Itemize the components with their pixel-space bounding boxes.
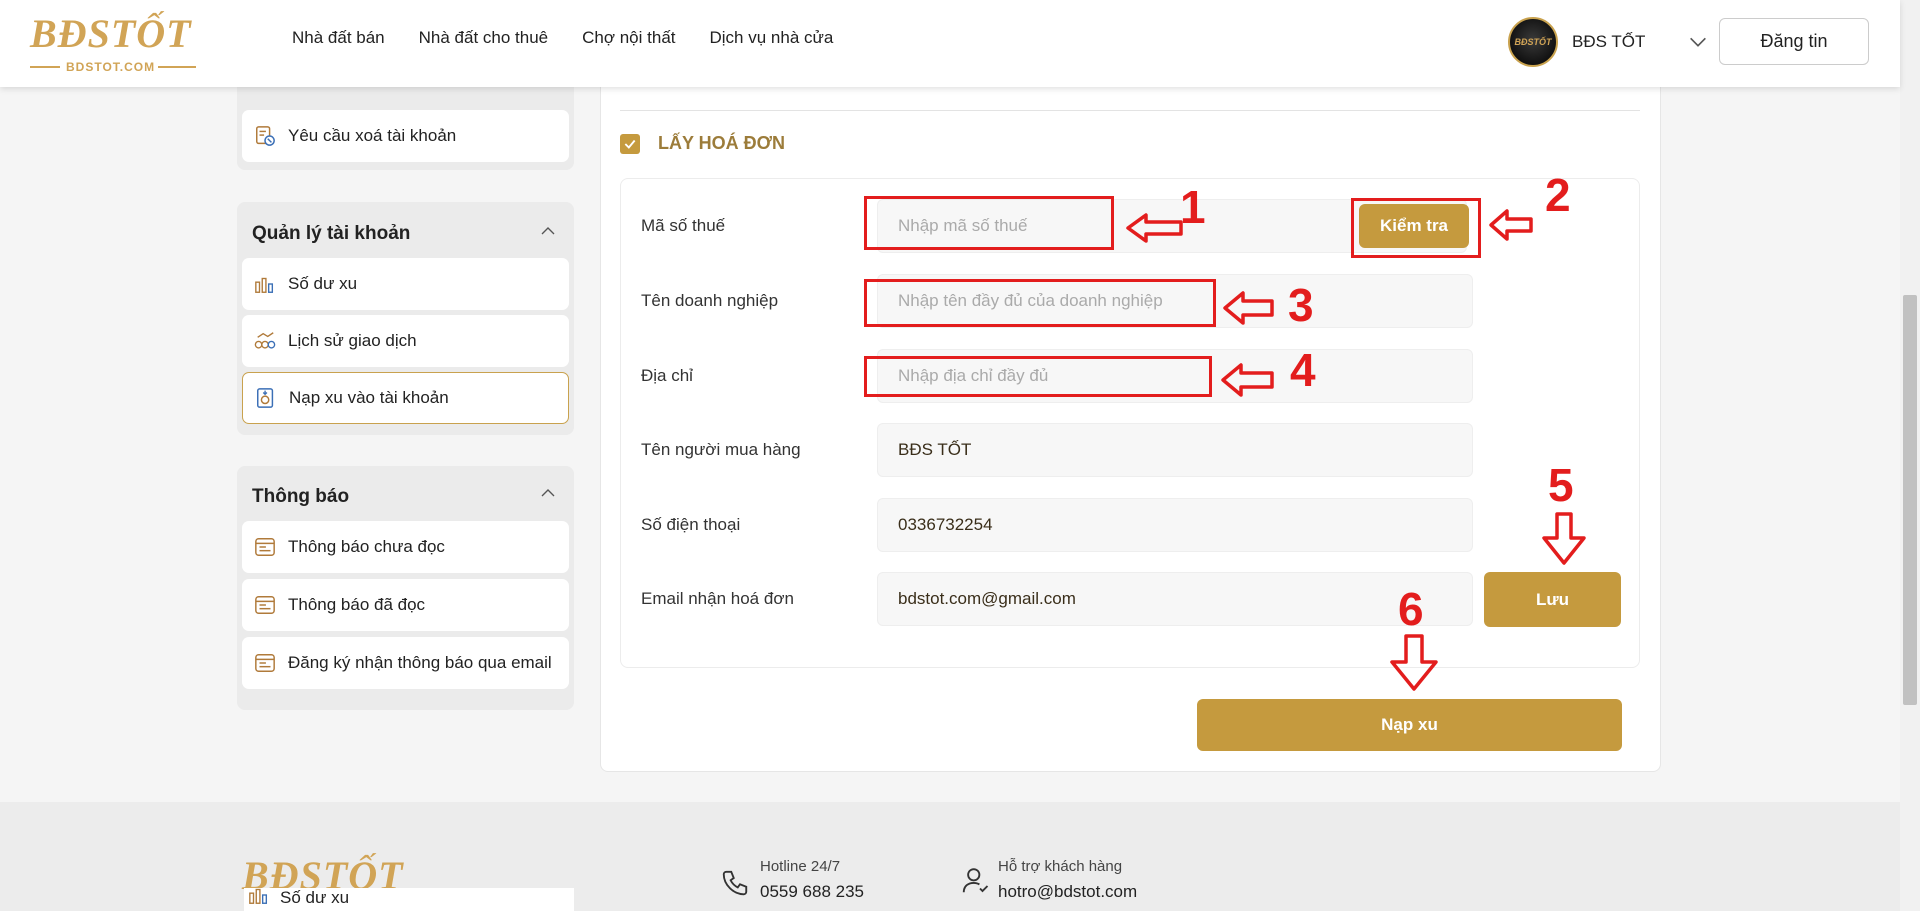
sidebar-card-account-management: Quản lý tài khoản Số dư xu Lịch sử giao … xyxy=(237,202,574,435)
hotline-label: Hotline 24/7 xyxy=(760,858,841,875)
sidebar-item-label: Thông báo chưa đọc xyxy=(288,537,445,556)
logo-text: BĐSTỐT xyxy=(30,11,192,56)
annotation-arrow-left-icon xyxy=(1221,363,1274,397)
main-nav: Nhà đất bán Nhà đất cho thuê Chợ nội thấ… xyxy=(292,28,833,48)
invoice-email-input[interactable] xyxy=(877,572,1473,626)
tax-code-label: Mã số thuế xyxy=(641,216,726,235)
sidebar-item-label: Yêu cầu xoá tài khoản xyxy=(288,126,457,145)
sidebar-item-email-notifications[interactable]: Đăng ký nhận thông báo qua email xyxy=(242,637,569,689)
phone-input[interactable] xyxy=(877,498,1473,552)
chevron-up-icon[interactable] xyxy=(539,222,557,240)
annotation-arrow-left-icon xyxy=(1223,291,1274,325)
avatar: BĐSTỐT xyxy=(1508,17,1558,67)
sidebar-section-title: Thông báo xyxy=(252,486,350,507)
support-user-icon xyxy=(962,868,989,893)
annotation-number-3: 3 xyxy=(1288,279,1314,331)
annotation-arrow-left-icon xyxy=(1126,213,1183,243)
notification-icon xyxy=(255,596,275,614)
user-menu[interactable]: BĐSTỐT BĐS TỐT xyxy=(1508,16,1709,68)
chevron-down-icon[interactable] xyxy=(1687,31,1709,53)
nav-item-rent[interactable]: Nhà đất cho thuê xyxy=(419,28,548,48)
annotation-box-3 xyxy=(864,279,1216,327)
invoice-section-title: LẤY HOÁ ĐƠN xyxy=(658,133,786,153)
company-name-label: Tên doanh nghiệp xyxy=(641,291,779,310)
notification-icon xyxy=(255,654,275,672)
buyer-name-input[interactable] xyxy=(877,423,1473,477)
chevron-up-icon[interactable] xyxy=(539,484,557,502)
sidebar-item-label: Đăng ký nhận thông báo qua email xyxy=(288,653,552,672)
scrollbar-thumb[interactable] xyxy=(1903,295,1917,705)
annotation-arrow-down-icon xyxy=(1542,512,1586,565)
sidebar-card-notifications: Thông báo Thông báo chưa đọc Thông báo đ… xyxy=(237,466,574,710)
sidebar-item-read-notifications[interactable]: Thông báo đã đọc xyxy=(242,579,569,631)
sidebar-item-label: Thông báo đã đọc xyxy=(288,595,426,614)
page-scrollbar[interactable] xyxy=(1900,0,1920,911)
annotation-number-5: 5 xyxy=(1548,459,1574,511)
sidebar-item-label: Lịch sử giao dịch xyxy=(288,331,417,350)
sidebar-item-transaction-history[interactable]: Lịch sử giao dịch xyxy=(242,315,569,367)
annotation-box-4 xyxy=(864,356,1212,397)
annotation-number-6: 6 xyxy=(1398,583,1424,635)
sidebar-item-unread-notifications[interactable]: Thông báo chưa đọc xyxy=(242,521,569,573)
annotation-number-2: 2 xyxy=(1545,169,1571,221)
annotation-number-4: 4 xyxy=(1290,344,1316,396)
sidebar-item-coin-balance[interactable]: Số dư xu xyxy=(242,258,569,310)
post-listing-button[interactable]: Đăng tin xyxy=(1719,18,1869,65)
transaction-history-icon xyxy=(254,332,276,349)
coin-balance-icon xyxy=(249,888,268,904)
sidebar-item-label: Số dư xu xyxy=(288,274,358,293)
sticky-sidebar-item-coin-balance[interactable]: Số dư xu xyxy=(244,888,574,911)
avatar-text: BĐSTỐT xyxy=(1514,37,1552,47)
logo-line-right xyxy=(158,66,196,68)
check-icon xyxy=(624,139,636,149)
top-header: BĐSTỐT BDSTOT.COM Nhà đất bán Nhà đất ch… xyxy=(0,0,1900,87)
nav-item-home-services[interactable]: Dịch vụ nhà cửa xyxy=(710,28,834,48)
phone-icon xyxy=(722,870,748,896)
support-label: Hỗ trợ khách hàng xyxy=(998,858,1123,875)
support-email[interactable]: hotro@bdstot.com xyxy=(998,882,1137,902)
annotation-box-1 xyxy=(864,196,1114,250)
sidebar-item-label: Nạp xu vào tài khoản xyxy=(289,388,449,407)
topup-coin-icon xyxy=(257,388,274,408)
user-name: BĐS TỐT xyxy=(1572,32,1646,51)
nav-item-sale[interactable]: Nhà đất bán xyxy=(292,28,385,48)
phone-label: Số điện thoại xyxy=(641,515,741,534)
sidebar-item-delete-account[interactable]: Yêu cầu xoá tài khoản xyxy=(242,110,569,162)
buyer-name-label: Tên người mua hàng xyxy=(641,440,801,459)
annotation-number-1: 1 xyxy=(1180,181,1206,233)
delete-account-icon xyxy=(256,126,275,146)
logo-line-left xyxy=(30,66,60,68)
invoice-checkbox[interactable] xyxy=(620,134,640,154)
annotation-box-2 xyxy=(1351,198,1481,258)
logo-subtext: BDSTOT.COM xyxy=(66,60,156,74)
annotation-arrow-down-icon xyxy=(1390,634,1438,691)
save-button[interactable]: Lưu xyxy=(1484,572,1621,627)
hotline-number[interactable]: 0559 688 235 xyxy=(760,882,864,902)
notification-icon xyxy=(255,538,275,556)
address-label: Địa chỉ xyxy=(641,366,693,385)
invoice-email-label: Email nhận hoá đơn xyxy=(641,589,794,608)
nav-item-furniture[interactable]: Chợ nội thất xyxy=(582,28,675,48)
sidebar-item-label: Số dư xu xyxy=(280,888,350,907)
site-logo[interactable]: BĐSTỐT BDSTOT.COM xyxy=(30,10,200,74)
sidebar-item-topup-coin[interactable]: Nạp xu vào tài khoản xyxy=(242,372,569,424)
sidebar-section-title: Quản lý tài khoản xyxy=(252,223,411,244)
topup-coin-button[interactable]: Nạp xu xyxy=(1197,699,1622,751)
annotation-arrow-left-icon xyxy=(1489,209,1533,241)
section-divider xyxy=(620,110,1640,111)
coin-balance-icon xyxy=(255,277,274,293)
